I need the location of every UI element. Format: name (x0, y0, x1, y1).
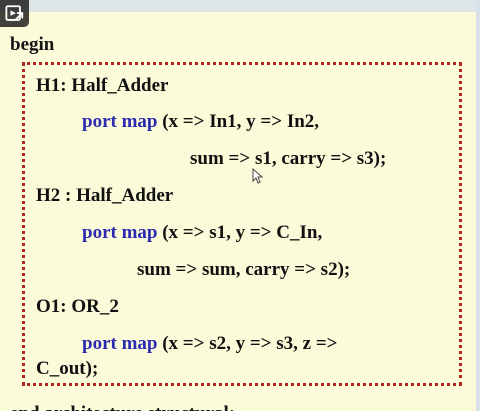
h1-port-map-args: (x => In1, y => In2, (157, 111, 320, 132)
o1-instance-label: O1: OR_2 (36, 296, 119, 317)
slide-right-edge (476, 0, 480, 411)
end-architecture-line: end architecture structural; (10, 403, 235, 411)
h1-port-map-continuation: sum => s1, carry => s3); (190, 148, 387, 169)
share-button[interactable] (0, 0, 29, 27)
video-player-frame[interactable]: begin H1: Half_Adder port map (x => In1,… (0, 0, 480, 411)
h2-port-map-keyword: port map (82, 222, 158, 243)
h2-port-map-continuation: sum => sum, carry => s2); (137, 259, 351, 280)
o1-port-map-continuation: C_out); (36, 358, 99, 379)
share-icon (4, 4, 23, 21)
h1-instance-label: H1: Half_Adder (36, 75, 169, 96)
o1-port-map-args: (x => s2, y => s3, z => (157, 333, 338, 354)
mouse-pointer-icon (252, 168, 264, 184)
begin-keyword: begin (10, 34, 55, 55)
o1-port-map-keyword: port map (82, 333, 158, 354)
h1-port-map-keyword: port map (82, 111, 158, 132)
h2-instance-label: H2 : Half_Adder (36, 185, 174, 206)
h2-port-map-args: (x => s1, y => C_In, (157, 222, 323, 243)
h1-port-map-line: port map (x => In1, y => In2, (82, 111, 319, 133)
slide-top-strip (0, 0, 480, 12)
o1-port-map-line: port map (x => s2, y => s3, z => (82, 333, 338, 355)
component-instances-box: H1: Half_Adder port map (x => In1, y => … (22, 62, 462, 386)
h2-port-map-line: port map (x => s1, y => C_In, (82, 222, 322, 244)
lecture-slide: begin H1: Half_Adder port map (x => In1,… (0, 12, 476, 411)
